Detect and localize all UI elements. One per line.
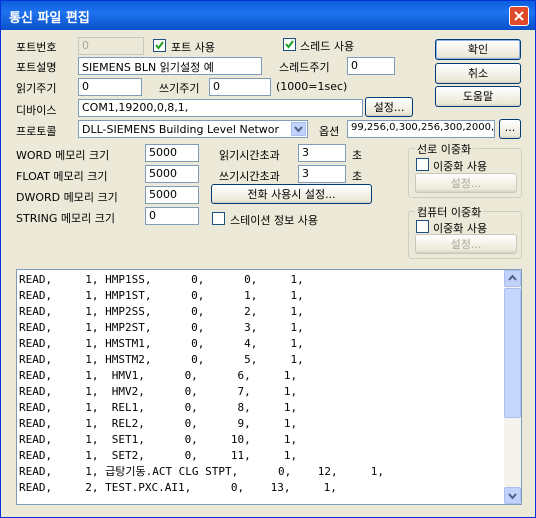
string-memory-label: STRING 메모리 크기	[16, 212, 115, 225]
description-label: 포트설명	[16, 61, 57, 74]
word-memory-field[interactable]: 5000	[145, 144, 199, 162]
read-timeout-unit: 초	[352, 149, 363, 162]
line-redundancy-checkbox[interactable]	[416, 158, 429, 171]
cycle-unit-note: (1000=1sec)	[276, 80, 348, 93]
thread-cycle-field[interactable]: 0	[347, 57, 395, 75]
word-memory-label: WORD 메모리 크기	[16, 149, 110, 162]
device-field[interactable]: COM1,19200,0,8,1,	[78, 99, 363, 117]
string-memory-field[interactable]: 0	[145, 207, 199, 225]
read-timeout-field[interactable]: 3	[298, 144, 346, 162]
chevron-down-icon	[508, 493, 517, 500]
device-settings-button[interactable]: 설정...	[365, 97, 413, 117]
thread-cycle-label: 스레드주기	[279, 61, 330, 74]
check-icon	[155, 41, 164, 50]
chevron-up-icon	[508, 274, 517, 281]
write-timeout-field[interactable]: 3	[298, 165, 346, 183]
dialog-window: 통신 파일 편집 포트번호 0 포트 사용 스레드 사용 포트설명 SIEMEN…	[0, 0, 536, 518]
protocol-select[interactable]: DLL-SIEMENS Building Level Networ	[78, 120, 308, 138]
options-browse-button[interactable]: ...	[499, 119, 521, 139]
description-field[interactable]: SIEMENS BLN 읽기설정 예	[78, 57, 262, 75]
options-field[interactable]: 99,256,0,300,256,300,2000,	[347, 120, 495, 138]
close-button[interactable]	[509, 6, 529, 26]
read-cycle-label: 읽기주기	[16, 82, 57, 95]
read-cycle-field[interactable]: 0	[78, 78, 142, 96]
line-redundancy-use-label: 이중화 사용	[433, 160, 488, 173]
float-memory-field[interactable]: 5000	[145, 165, 199, 183]
device-label: 디바이스	[16, 104, 57, 117]
config-text-area[interactable]: READ, 1, HMP1SS, 0, 0, 1, READ, 1, HMP1S…	[16, 269, 522, 505]
thread-use-label: 스레드 사용	[300, 40, 355, 53]
close-icon	[514, 11, 524, 21]
station-info-checkbox[interactable]	[212, 212, 225, 225]
cancel-button[interactable]: 취소	[435, 63, 521, 84]
scroll-down-button[interactable]	[504, 487, 521, 504]
line-redundancy-title: 선로 이중화	[415, 141, 474, 157]
protocol-selected-value: DLL-SIEMENS Building Level Networ	[82, 123, 280, 136]
protocol-label: 프로토콜	[16, 125, 57, 138]
write-timeout-label: 쓰기시간초과	[219, 170, 280, 183]
window-title: 통신 파일 편집	[9, 11, 90, 26]
ok-button[interactable]: 확인	[435, 39, 521, 60]
port-number-field: 0	[78, 37, 144, 55]
thread-use-checkbox[interactable]	[283, 38, 296, 51]
dword-memory-field[interactable]: 5000	[145, 186, 199, 204]
dropdown-arrow-button[interactable]	[291, 122, 306, 136]
phone-settings-button[interactable]: 전화 사용시 설정...	[211, 184, 372, 204]
options-label: 옵션	[319, 125, 340, 138]
station-info-label: 스테이션 정보 사용	[230, 214, 318, 227]
scroll-thumb[interactable]	[504, 288, 521, 418]
write-timeout-unit: 초	[352, 170, 363, 183]
check-icon	[285, 40, 294, 49]
config-text: READ, 1, HMP1SS, 0, 0, 1, READ, 1, HMP1S…	[19, 273, 384, 494]
port-number-label: 포트번호	[16, 41, 57, 54]
computer-redundancy-title: 컴퓨터 이중화	[415, 204, 484, 220]
computer-redundancy-checkbox[interactable]	[416, 220, 429, 233]
float-memory-label: FLOAT 메모리 크기	[16, 170, 108, 183]
help-button[interactable]: 도움말	[435, 86, 521, 107]
write-cycle-field[interactable]: 0	[209, 78, 271, 96]
scroll-up-button[interactable]	[504, 270, 521, 287]
computer-redundancy-settings-button[interactable]: 설정...	[415, 234, 517, 254]
use-port-checkbox[interactable]	[153, 39, 166, 52]
write-cycle-label: 쓰기주기	[159, 82, 200, 95]
chevron-down-icon	[294, 126, 303, 133]
title-bar[interactable]: 통신 파일 편집	[1, 1, 535, 30]
read-timeout-label: 읽기시간초과	[219, 149, 280, 162]
line-redundancy-settings-button[interactable]: 설정...	[415, 173, 517, 193]
vertical-scrollbar[interactable]	[504, 270, 521, 504]
dword-memory-label: DWORD 메모리 크기	[16, 191, 118, 204]
use-port-label: 포트 사용	[171, 41, 215, 54]
